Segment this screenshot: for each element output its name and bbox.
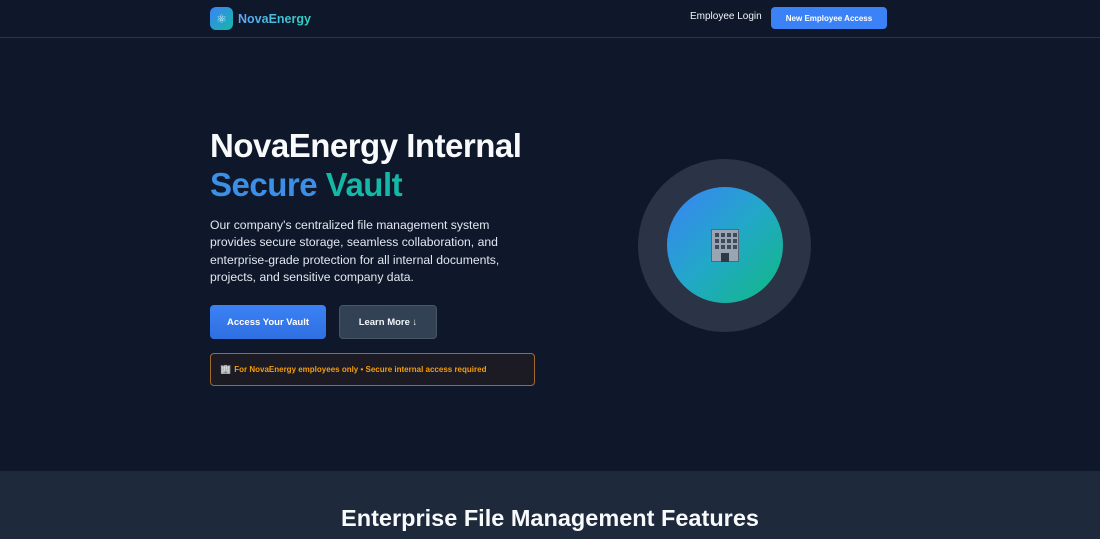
learn-more-button[interactable]: Learn More ↓ (339, 305, 437, 339)
access-vault-button[interactable]: Access Your Vault (210, 305, 326, 339)
hero-description: Our company's centralized file managemen… (210, 218, 500, 284)
hero-title-accent-secure: Secure (210, 166, 318, 203)
employee-only-notice: 🏢 For NovaEnergy employees only • Secure… (210, 353, 535, 386)
office-building-icon (707, 226, 743, 264)
hero-title-line2: Secure Vault (210, 165, 521, 204)
notice-text: For NovaEnergy employees only • Secure i… (234, 365, 487, 374)
hero-title: NovaEnergy Internal Secure Vault (210, 126, 522, 204)
new-employee-access-button[interactable]: New Employee Access (771, 7, 887, 29)
illustration-orb (667, 187, 783, 303)
brand-logo-link[interactable]: ⚛ NovaEnergy (210, 7, 311, 30)
top-navbar: ⚛ NovaEnergy Employee Login New Employee… (0, 0, 1100, 38)
features-title: Enterprise File Management Features (341, 505, 759, 531)
brand-name: NovaEnergy (238, 11, 311, 26)
employee-login-link[interactable]: Employee Login (690, 11, 762, 22)
hero-title-line1: NovaEnergy Internal (210, 127, 522, 164)
atom-icon: ⚛ (210, 7, 233, 30)
hero-title-accent-vault: Vault (325, 166, 403, 203)
building-icon: 🏢 (220, 364, 232, 374)
